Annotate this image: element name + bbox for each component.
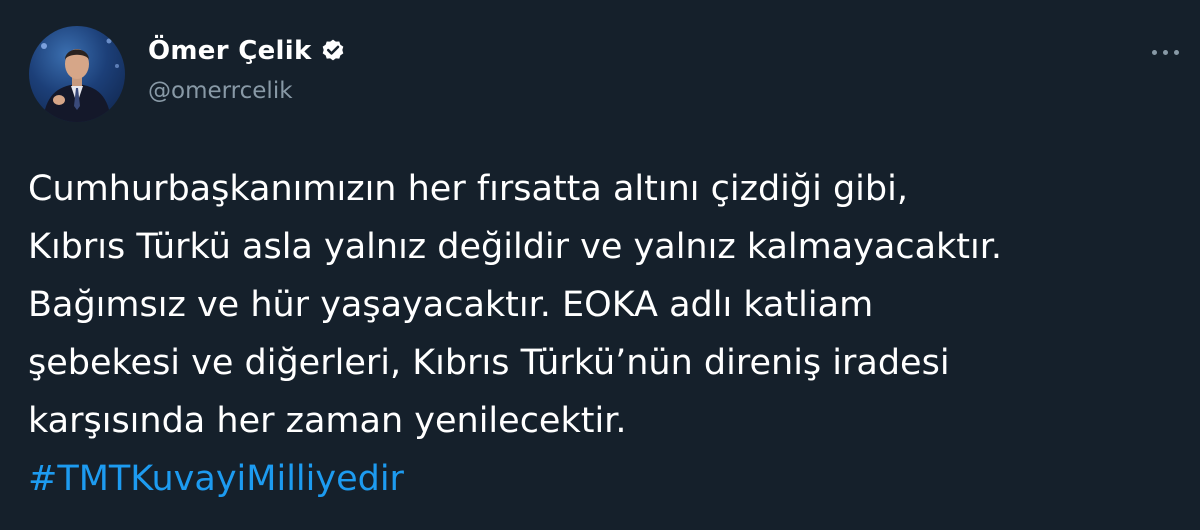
hashtag-link[interactable]: #TMTKuvayiMilliyedir: [28, 450, 1178, 508]
tweet-text-line: karşısında her zaman yenilecektir.: [28, 401, 627, 441]
more-dot: [1151, 49, 1157, 55]
more-dot: [1173, 49, 1179, 55]
tweet-text-line: şebekesi ve diğerleri, Kıbrıs Türkü’nün …: [28, 343, 950, 383]
more-dot: [1162, 49, 1168, 55]
author-handle[interactable]: @omerrcelik: [148, 78, 293, 104]
tweet-text-line: Bağımsız ve hür yaşayacaktır. EOKA adlı …: [28, 285, 874, 325]
author-display-name[interactable]: Ömer Çelik: [148, 36, 312, 66]
tweet-text-line: Cumhurbaşkanımızın her fırsatta altını ç…: [28, 169, 908, 209]
tweet-text-line: Kıbrıs Türkü asla yalnız değildir ve yal…: [28, 227, 1003, 267]
verified-badge-icon: [320, 38, 346, 64]
author-name-row[interactable]: Ömer Çelik: [148, 33, 346, 69]
tweet-text: Cumhurbaşkanımızın her fırsatta altını ç…: [28, 160, 1178, 508]
more-options-icon[interactable]: [1145, 40, 1185, 64]
avatar[interactable]: [29, 26, 125, 122]
tweet-card: Ömer Çelik @omerrcelik Cumhurbaşkanımızı…: [0, 0, 1200, 530]
avatar-image: [41, 38, 119, 122]
